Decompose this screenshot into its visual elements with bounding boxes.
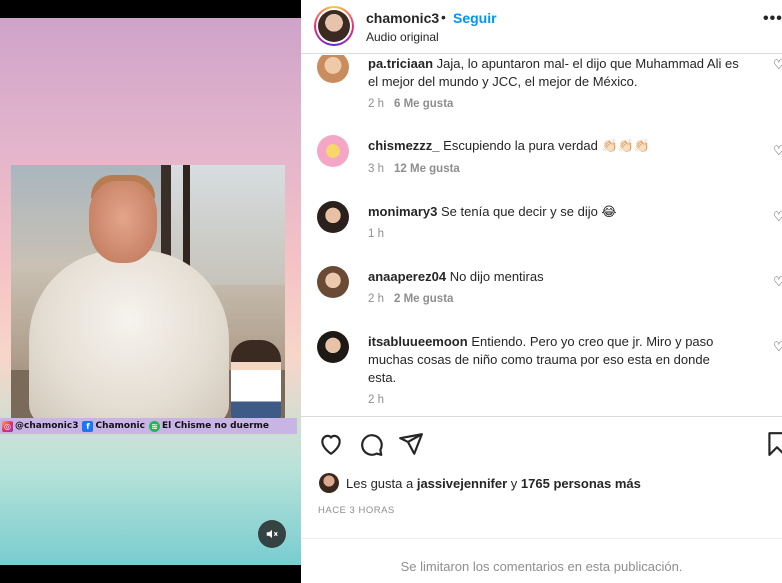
comment-likes[interactable]: 6 Me gusta xyxy=(394,98,453,110)
comment-time: 2 h xyxy=(368,293,384,305)
likes-summary[interactable]: Les gusta a jassivejennifer y 1765 perso… xyxy=(319,473,641,493)
comment-meta: 2 h 6 Me gusta xyxy=(368,98,453,110)
reel-media[interactable]: ◎ @chamonic3 f Chamonic ≋ El Chisme no duer… xyxy=(0,18,301,565)
video-frame xyxy=(11,165,285,419)
comment-like-heart-icon[interactable]: ♡ xyxy=(773,143,782,159)
comment-like-heart-icon[interactable]: ♡ xyxy=(773,339,782,355)
comment-meta: 1 h xyxy=(368,228,394,240)
facebook-icon: f xyxy=(82,420,94,432)
overlay-facebook-handle: Chamonic xyxy=(95,421,145,431)
overlay-instagram-handle: @chamonic3 xyxy=(15,421,79,431)
spotify-icon: ≋ xyxy=(148,420,160,432)
more-options-icon[interactable]: ••• xyxy=(763,10,782,28)
likes-count[interactable]: 1765 personas más xyxy=(521,476,641,491)
comment-username[interactable]: pa.triciaan xyxy=(368,56,433,71)
comment-avatar[interactable] xyxy=(317,331,349,363)
follow-button[interactable]: Seguir xyxy=(453,10,497,26)
post-header: chamonic3 • Seguir Audio original ••• xyxy=(301,0,782,54)
comment-avatar[interactable] xyxy=(317,55,349,83)
bookmark-icon[interactable] xyxy=(764,431,782,457)
comment-likes[interactable]: 12 Me gusta xyxy=(394,163,460,175)
comment-like-heart-icon[interactable]: ♡ xyxy=(773,209,782,225)
post-details-panel: chamonic3 • Seguir Audio original ••• pa… xyxy=(301,0,782,583)
comment-body: anaaperez04 No dijo mentiras xyxy=(368,268,740,286)
comment-time: 2 h xyxy=(368,394,384,406)
comment-body: monimary3 Se tenía que decir y se dijo 😂 xyxy=(368,203,740,221)
comment-text: Se tenía que decir y se dijo 😂 xyxy=(441,204,617,219)
mute-button[interactable] xyxy=(258,520,286,548)
comment-avatar[interactable] xyxy=(317,201,349,233)
comment-text: Escupiendo la pura verdad 👏🏻👏🏻👏🏻 xyxy=(443,138,651,153)
send-icon[interactable] xyxy=(398,431,424,457)
comments-limited-notice: Se limitaron los comentarios en esta pub… xyxy=(301,538,782,583)
comment-body: itsabluueemoon Entiendo. Pero yo creo qu… xyxy=(368,333,740,387)
liker-avatar xyxy=(319,473,339,493)
comment-avatar[interactable] xyxy=(317,266,349,298)
small-figure xyxy=(231,340,281,419)
person-body xyxy=(29,250,229,419)
comment-username[interactable]: chismezzz_ xyxy=(368,138,440,153)
comment-time: 2 h xyxy=(368,98,384,110)
author-avatar[interactable] xyxy=(314,6,354,46)
comment-icon[interactable] xyxy=(358,431,384,457)
instagram-icon: ◎ xyxy=(2,420,13,432)
likes-prefix: Les gusta a xyxy=(346,475,414,491)
comment-like-heart-icon[interactable]: ♡ xyxy=(773,57,782,73)
comment-likes[interactable]: 2 Me gusta xyxy=(394,293,453,305)
liker-username[interactable]: jassivejennifer xyxy=(417,476,507,491)
comment-avatar[interactable] xyxy=(317,135,349,167)
likes-text: Les gusta a jassivejennifer y 1765 perso… xyxy=(346,476,641,491)
social-handles-bar: ◎ @chamonic3 f Chamonic ≋ El Chisme no duer… xyxy=(0,418,297,434)
likes-connector: y xyxy=(510,475,518,491)
person-head xyxy=(89,181,157,263)
comment-username[interactable]: itsabluueemoon xyxy=(368,334,468,349)
comment-time: 3 h xyxy=(368,163,384,175)
header-separator: • xyxy=(441,9,446,25)
comment-username[interactable]: monimary3 xyxy=(368,204,437,219)
comment-meta: 3 h 12 Me gusta xyxy=(368,163,460,175)
volume-muted-icon xyxy=(266,529,278,539)
comment-username[interactable]: anaaperez04 xyxy=(368,269,446,284)
overlay-spotify-handle: El Chisme no duerme xyxy=(161,421,269,431)
author-username[interactable]: chamonic3 xyxy=(366,10,439,26)
comment-body: chismezzz_ Escupiendo la pura verdad 👏🏻👏… xyxy=(368,137,740,155)
audio-label[interactable]: Audio original xyxy=(366,30,439,44)
comment-meta: 2 h 2 Me gusta xyxy=(368,293,453,305)
post-actions: Les gusta a jassivejennifer y 1765 perso… xyxy=(301,416,782,538)
comment-meta: 2 h xyxy=(368,394,394,406)
comments-list[interactable]: pa.triciaan Jaja, lo apuntaron mal- el d… xyxy=(301,55,782,416)
comment-text: No dijo mentiras xyxy=(449,269,544,284)
heart-icon[interactable] xyxy=(318,431,344,457)
comment-time: 1 h xyxy=(368,228,384,240)
comment-like-heart-icon[interactable]: ♡ xyxy=(773,274,782,290)
post-timestamp[interactable]: HACE 3 HORAS xyxy=(318,505,395,516)
comment-body: pa.triciaan Jaja, lo apuntaron mal- el d… xyxy=(368,55,740,91)
